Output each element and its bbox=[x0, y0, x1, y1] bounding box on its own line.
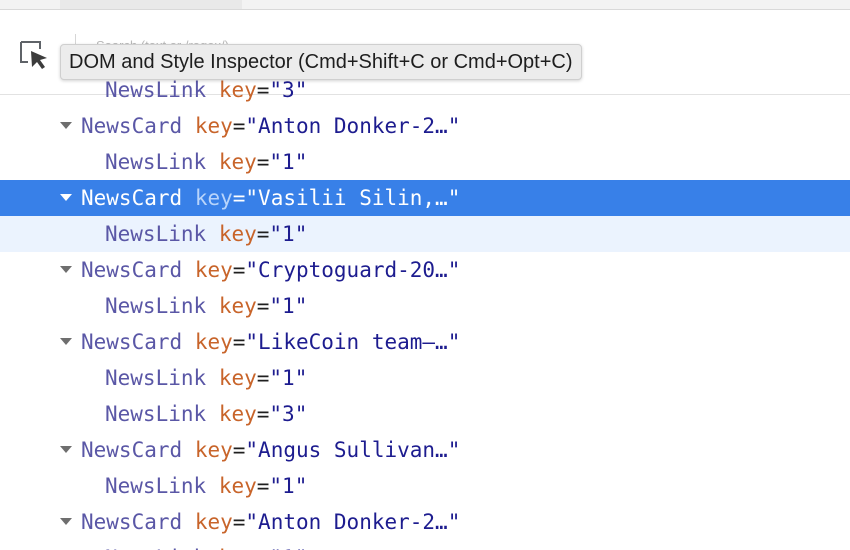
component-tree: NewsLink key="3" NewsCard key="Anton Donk… bbox=[0, 72, 850, 550]
prop-key: key bbox=[218, 366, 257, 390]
tab-strip bbox=[0, 0, 850, 10]
prop-key: key bbox=[194, 114, 233, 138]
tree-row-content: NewsLink key="1" bbox=[105, 222, 308, 246]
tree-row[interactable]: NewsCard key="Cryptoguard-20…" bbox=[0, 252, 850, 288]
prop-value: "Anton Donker-2…" bbox=[245, 510, 461, 534]
component-name: NewsCard bbox=[81, 510, 183, 534]
prop-key: key bbox=[194, 510, 233, 534]
tree-row-content: NewsCard key="Anton Donker-2…" bbox=[81, 114, 461, 138]
component-name: NewsCard bbox=[81, 258, 183, 282]
prop-value: "1" bbox=[269, 150, 308, 174]
prop-value: "LikeCoin team—…" bbox=[245, 330, 461, 354]
tree-row-content: NewsCard key="Angus Sullivan…" bbox=[81, 438, 461, 462]
tree-row[interactable]: NewsCard key="Anton Donker-2…" bbox=[0, 504, 850, 540]
collapse-arrow-icon[interactable] bbox=[60, 324, 74, 360]
component-name: NewsCard bbox=[81, 438, 183, 462]
collapse-arrow-icon[interactable] bbox=[60, 504, 74, 540]
collapse-arrow-icon[interactable] bbox=[60, 108, 74, 144]
prop-key: key bbox=[194, 186, 233, 210]
prop-value: "1" bbox=[269, 222, 308, 246]
component-name: NewsCard bbox=[81, 114, 183, 138]
tree-row[interactable]: NewsLink key="1" bbox=[0, 144, 850, 180]
tab-active[interactable] bbox=[60, 0, 242, 9]
prop-key: key bbox=[218, 294, 257, 318]
prop-value: "1" bbox=[269, 474, 308, 498]
prop-key: key bbox=[218, 78, 257, 102]
prop-value: "1" bbox=[269, 366, 308, 390]
tree-row-content: NewsLink key="1" bbox=[105, 366, 308, 390]
tree-row-content: NewsLink key="1" bbox=[105, 294, 308, 318]
prop-key: key bbox=[194, 330, 233, 354]
tree-row-content: NewsCard key="LikeCoin team—…" bbox=[81, 330, 461, 354]
component-name: NewsLink bbox=[105, 546, 206, 550]
collapse-arrow-icon[interactable] bbox=[60, 252, 74, 288]
prop-key: key bbox=[194, 438, 233, 462]
tree-row[interactable]: NewsLink key="1" bbox=[0, 288, 850, 324]
tree-row[interactable]: NewsLink key="1" bbox=[0, 216, 850, 252]
component-name: NewsLink bbox=[105, 222, 207, 246]
inspect-element-button[interactable] bbox=[18, 40, 50, 70]
prop-key: key bbox=[218, 150, 257, 174]
tree-row[interactable]: NewsCard key="Angus Sullivan…" bbox=[0, 432, 850, 468]
tree-row-content: NewsLink key="1" bbox=[105, 150, 308, 174]
tree-row-content: NewsCard key="Cryptoguard-20…" bbox=[81, 258, 461, 282]
prop-value: "1" bbox=[269, 294, 308, 318]
component-name: NewsLink bbox=[105, 474, 207, 498]
prop-value: "Angus Sullivan…" bbox=[245, 438, 461, 462]
tree-row[interactable]: NewsCard key="LikeCoin team—…" bbox=[0, 324, 850, 360]
collapse-arrow-icon[interactable] bbox=[60, 180, 74, 216]
tree-row-content: NewsLink key="1" bbox=[105, 540, 307, 550]
prop-value: "1" bbox=[269, 546, 307, 550]
prop-key: key bbox=[218, 402, 257, 426]
inspector-tooltip: DOM and Style Inspector (Cmd+Shift+C or … bbox=[60, 44, 582, 80]
prop-value: "Cryptoguard-20…" bbox=[245, 258, 461, 282]
tree-row-content: NewsCard key="Anton Donker-2…" bbox=[81, 510, 461, 534]
prop-value: "3" bbox=[269, 402, 308, 426]
react-devtools-components-panel: Search (text or /regex/) DOM and Style I… bbox=[0, 0, 850, 550]
tree-row-content: NewsCard key="Vasilii Silin,…" bbox=[81, 186, 461, 210]
prop-key: key bbox=[218, 474, 257, 498]
component-name: NewsLink bbox=[105, 78, 207, 102]
component-name: NewsLink bbox=[105, 366, 207, 390]
component-name: NewsCard bbox=[81, 330, 183, 354]
component-name: NewsLink bbox=[105, 150, 207, 174]
tree-row[interactable]: NewsLink key="1" bbox=[0, 468, 850, 504]
component-name: NewsLink bbox=[105, 402, 207, 426]
component-name: NewsLink bbox=[105, 294, 207, 318]
tree-row-content: NewsLink key="1" bbox=[105, 474, 308, 498]
prop-key: key bbox=[194, 258, 233, 282]
tree-row[interactable]: NewsLink key="1" bbox=[0, 360, 850, 396]
prop-value: "Anton Donker-2…" bbox=[245, 114, 461, 138]
prop-value: "Vasilii Silin,…" bbox=[245, 186, 461, 210]
component-name: NewsCard bbox=[81, 186, 183, 210]
tree-row[interactable]: NewsLink key="1" bbox=[0, 540, 850, 550]
tree-row[interactable]: NewsCard key="Vasilii Silin,…" bbox=[0, 180, 850, 216]
prop-key: key bbox=[219, 546, 257, 550]
prop-value: "3" bbox=[269, 78, 308, 102]
tree-row[interactable]: NewsLink key="3" bbox=[0, 396, 850, 432]
prop-key: key bbox=[218, 222, 257, 246]
collapse-arrow-icon[interactable] bbox=[60, 432, 74, 468]
tree-row[interactable]: NewsCard key="Anton Donker-2…" bbox=[0, 108, 850, 144]
tree-row-content: NewsLink key="3" bbox=[105, 402, 308, 426]
